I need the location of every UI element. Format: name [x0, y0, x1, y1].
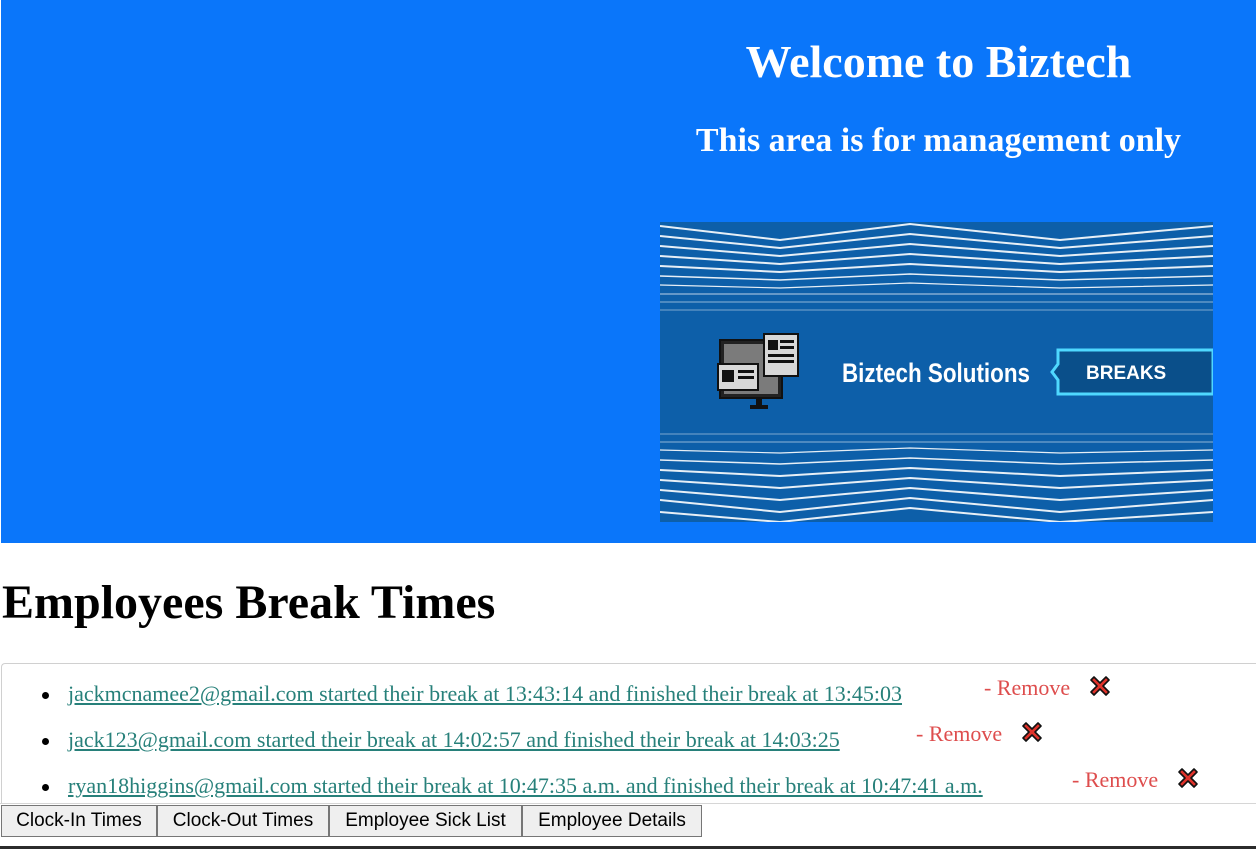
red-x-icon[interactable]: [1087, 673, 1113, 699]
banner-company-name: Biztech Solutions: [842, 358, 1030, 388]
bullet: [42, 784, 49, 791]
svg-text:BREAKS: BREAKS: [1086, 363, 1166, 384]
break-entry-link[interactable]: ryan18higgins@gmail.com started their br…: [68, 773, 983, 799]
break-times-list: jackmcnamee2@gmail.com started their bre…: [1, 663, 1256, 804]
page-title: Welcome to Biztech: [745, 36, 1132, 87]
remove-link[interactable]: - Remove: [916, 721, 1002, 747]
employee-sick-list-button[interactable]: Employee Sick List: [329, 805, 522, 837]
break-times-heading: Employees Break Times: [2, 576, 496, 629]
remove-link[interactable]: - Remove: [984, 675, 1070, 701]
biztech-banner-image: Biztech Solutions BREAKS: [660, 222, 1213, 522]
list-item: jack123@gmail.com started their break at…: [2, 721, 1256, 757]
employee-details-button[interactable]: Employee Details: [522, 805, 702, 837]
page-subtitle: This area is for management only: [695, 122, 1182, 159]
bullet: [42, 692, 49, 699]
red-x-icon[interactable]: [1019, 719, 1045, 745]
break-entry-link[interactable]: jackmcnamee2@gmail.com started their bre…: [68, 681, 902, 707]
remove-link[interactable]: - Remove: [1072, 767, 1158, 793]
break-entry-link[interactable]: jack123@gmail.com started their break at…: [68, 727, 840, 753]
red-x-icon[interactable]: [1175, 765, 1201, 791]
bullet: [42, 738, 49, 745]
clock-out-times-button[interactable]: Clock-Out Times: [157, 805, 329, 837]
breaks-badge: BREAKS: [1050, 348, 1213, 396]
bottom-nav: Clock-In Times Clock-Out Times Employee …: [0, 803, 1256, 849]
list-item: jackmcnamee2@gmail.com started their bre…: [2, 675, 1256, 711]
clock-in-times-button[interactable]: Clock-In Times: [1, 805, 157, 837]
list-item: ryan18higgins@gmail.com started their br…: [2, 767, 1256, 803]
